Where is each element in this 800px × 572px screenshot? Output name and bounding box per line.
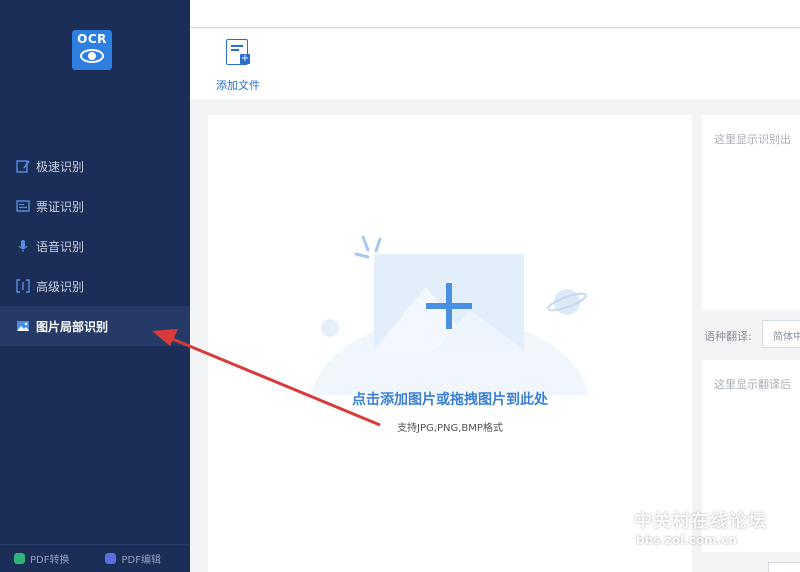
toolbar: + 添加文件 bbox=[190, 29, 800, 99]
bottom-action-button[interactable] bbox=[768, 562, 800, 572]
upload-illustration bbox=[311, 235, 589, 395]
sidebar-item-label: 极速识别 bbox=[36, 159, 85, 174]
watermark: 中关村在线论坛 bbs.zol.com.cn bbox=[596, 505, 800, 555]
pdf-convert-label: PDF转换 bbox=[30, 555, 70, 566]
add-file-label: 添加文件 bbox=[216, 79, 260, 92]
ocr-logo: OCR bbox=[72, 30, 112, 70]
watermark-text: 中关村在线论坛 bbox=[634, 511, 767, 532]
advanced-scan-icon bbox=[16, 279, 30, 293]
sidebar-item-advanced[interactable]: 高级识别 bbox=[0, 266, 190, 306]
microphone-icon bbox=[18, 240, 28, 252]
sidebar-item-voice[interactable]: 语音识别 bbox=[0, 226, 190, 266]
logo-text: OCR bbox=[77, 32, 107, 46]
speed-scan-icon bbox=[16, 160, 30, 173]
upload-subtitle: 支持JPG,PNG,BMP格式 bbox=[397, 423, 503, 434]
image-icon bbox=[17, 321, 29, 331]
sidebar-item-label: 高级识别 bbox=[36, 279, 85, 294]
sidebar-item-speed-scan[interactable]: 极速识别 bbox=[0, 146, 190, 186]
add-file-icon: + bbox=[226, 39, 250, 65]
sidebar-item-image-partial[interactable]: 图片局部识别 bbox=[0, 306, 190, 346]
sidebar-item-label: 图片局部识别 bbox=[36, 319, 109, 334]
pdf-edit-icon bbox=[105, 553, 117, 564]
translation-placeholder: 这里显示翻译后 bbox=[714, 378, 791, 391]
title-bar bbox=[190, 0, 800, 28]
sidebar-item-label: 票证识别 bbox=[36, 199, 85, 214]
pdf-edit-button[interactable]: PDF编辑 bbox=[105, 551, 161, 566]
add-file-button[interactable]: + 添加文件 bbox=[210, 35, 266, 95]
watermark-url: bbs.zol.com.cn bbox=[636, 533, 737, 547]
translation-language-select[interactable]: 简体中 bbox=[762, 320, 800, 348]
translation-row: 语种翻译: 简体中 bbox=[702, 320, 800, 350]
sidebar-footer: PDF转换 PDF编辑 bbox=[0, 544, 190, 572]
ticket-icon bbox=[16, 200, 30, 212]
image-drop-zone[interactable]: 点击添加图片或拖拽图片到此处 支持JPG,PNG,BMP格式 bbox=[208, 115, 692, 572]
sidebar-nav: 极速识别 票证识别 语音识别 高级识别 图片局部识别 bbox=[0, 146, 190, 346]
pdf-edit-label: PDF编辑 bbox=[121, 555, 161, 566]
sidebar-item-label: 语音识别 bbox=[36, 239, 85, 254]
sidebar: OCR 极速识别 票证识别 语音识别 高级识别 图片局部识别 PDF转换 PDF… bbox=[0, 0, 190, 572]
translation-label: 语种翻译: bbox=[704, 330, 752, 343]
upload-title: 点击添加图片或拖拽图片到此处 bbox=[352, 392, 548, 408]
recognition-placeholder: 这里显示识别出 bbox=[714, 133, 791, 146]
pdf-convert-button[interactable]: PDF转换 bbox=[14, 551, 69, 566]
watermark-logo-icon bbox=[598, 509, 626, 545]
recognition-result-area[interactable]: 这里显示识别出 bbox=[702, 115, 800, 310]
pdf-convert-icon bbox=[14, 553, 25, 564]
sidebar-item-ticket[interactable]: 票证识别 bbox=[0, 186, 190, 226]
